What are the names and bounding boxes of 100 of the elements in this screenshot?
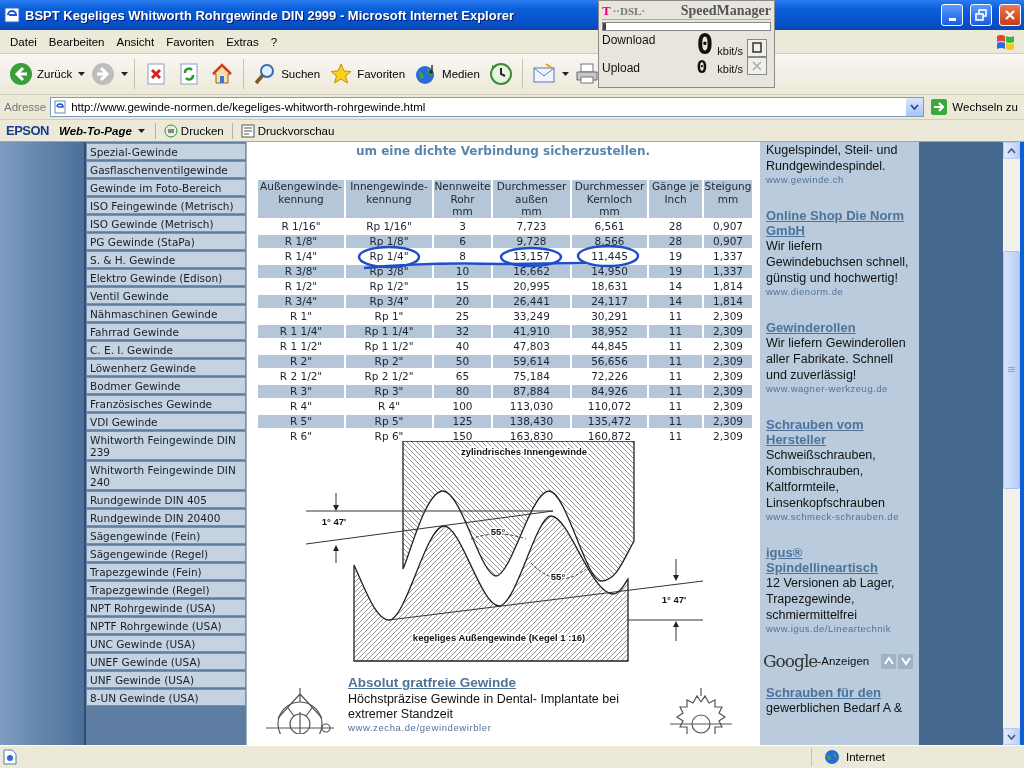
preview-icon: [240, 123, 255, 138]
table-cell-text: 0,907: [711, 220, 745, 233]
print-icon: [163, 123, 178, 138]
table-cell-text: 2,309: [711, 430, 745, 443]
sidebar-link[interactable]: ISO Gewinde (Metrisch): [86, 215, 246, 232]
menu-item[interactable]: Extras: [220, 33, 265, 50]
favorites-button[interactable]: Favoriten: [326, 60, 409, 88]
scroll-up-button[interactable]: [1003, 142, 1020, 159]
minimize-button[interactable]: [941, 4, 963, 26]
sidebar-link[interactable]: Spezial-Gewinde: [86, 143, 246, 160]
table-cell: 2,309: [704, 325, 752, 338]
sidebar-link[interactable]: Bodmer Gewinde: [86, 377, 246, 394]
sidebar-link[interactable]: UNEF Gewinde (USA): [86, 653, 246, 670]
print-preview-button[interactable]: Druckvorschau: [238, 123, 337, 138]
print-button[interactable]: Drucken: [161, 123, 226, 138]
caret-icon[interactable]: [78, 72, 86, 76]
menu-item[interactable]: Favoriten: [160, 33, 221, 50]
ad-url: www.schmeck-schrauben.de: [766, 511, 900, 523]
caret-icon[interactable]: [121, 72, 129, 76]
menu-item[interactable]: Ansicht: [110, 33, 161, 50]
sidebar-link[interactable]: NPT Rohrgewinde (USA): [86, 599, 246, 616]
sidebar-link[interactable]: C. E. I. Gewinde: [86, 341, 246, 358]
table-cell-text: Rp 1": [373, 310, 405, 323]
sidebar-link[interactable]: Rundgewinde DIN 405: [86, 491, 246, 508]
sidebar-link[interactable]: Sägengewinde (Fein): [86, 527, 246, 544]
down-chevron-icon: [900, 656, 911, 666]
ads-label: -Anzeigen: [817, 655, 870, 667]
menu-item[interactable]: Bearbeiten: [42, 33, 111, 50]
go-button[interactable]: Wechseln zu: [928, 98, 1020, 116]
security-zone: Internet: [846, 751, 885, 763]
table-cell: Rp 1/8": [346, 235, 432, 248]
diagram-label: zylindrisches Innengewinde: [460, 446, 588, 457]
table-cell-text: 14: [667, 280, 684, 293]
menu-item[interactable]: Datei: [4, 33, 43, 50]
table-cell-text: 44,845: [590, 340, 629, 353]
sidebar-link[interactable]: Sägengewinde (Regel): [86, 545, 246, 562]
column-header: Durchmesser Kernloch mm: [572, 180, 647, 218]
table-cell: R 1 1/4": [258, 325, 344, 338]
sidebar-link[interactable]: PG Gewinde (StaPa): [86, 233, 246, 250]
rate-unit: kbit/s: [717, 45, 743, 57]
table-cell: 2,309: [704, 415, 752, 428]
sidebar-link[interactable]: Französisches Gewinde: [86, 395, 246, 412]
sidebar-link[interactable]: ISO Feingewinde (Metrisch): [86, 197, 246, 214]
up-chevron-icon: [883, 656, 894, 666]
menu-item[interactable]: ?: [264, 33, 284, 50]
scroll-down-button[interactable]: [1003, 728, 1020, 745]
diagram-label: 55°: [550, 571, 566, 582]
table-cell: R 3/8": [258, 265, 344, 278]
table-cell-text: Rp 1/2": [368, 280, 410, 293]
sidebar-link[interactable]: Trapezgewinde (Regel): [86, 581, 246, 598]
sidebar-link[interactable]: UNF Gewinde (USA): [86, 671, 246, 688]
window-title: BSPT Kegeliges Whitworth Rohrgewinde DIN 2999 - Microsoft Internet Explorer: [25, 7, 514, 23]
sidebar-link[interactable]: Trapezgewinde (Fein): [86, 563, 246, 580]
sidebar-link[interactable]: Rundgewinde DIN 20400: [86, 509, 246, 526]
table-cell-text: 40: [454, 340, 471, 353]
column-header: Steigung mm: [704, 180, 752, 218]
table-cell-text: 11: [667, 400, 684, 413]
up-chevron-icon: [1007, 147, 1016, 154]
table-cell: 9,728: [493, 235, 570, 248]
table-cell: R 1/8": [258, 235, 344, 248]
sidebar-link[interactable]: Elektro Gewinde (Edison): [86, 269, 246, 286]
table-cell: R 2": [258, 355, 344, 368]
ad-link[interactable]: Absolut gratfreie Gewinde: [348, 675, 668, 690]
dropdown-button[interactable]: [906, 98, 924, 116]
sidebar-link[interactable]: Whitworth Feingewinde DIN 239: [86, 431, 246, 460]
sidebar-link[interactable]: VDI Gewinde: [86, 413, 246, 430]
sidebar-link[interactable]: UNC Gewinde (USA): [86, 635, 246, 652]
sidebar-link[interactable]: NPTF Rohrgewinde (USA): [86, 617, 246, 634]
table-cell: 14: [649, 295, 702, 308]
media-button[interactable]: Medien: [411, 60, 483, 88]
sidebar-link[interactable]: Nähmaschinen Gewinde: [86, 305, 246, 322]
page-icon: [3, 749, 17, 765]
column-header: Durchmesser außen mm: [493, 180, 570, 218]
google-logo: Google: [763, 651, 818, 671]
sidebar-link[interactable]: Gasflaschenventilgewinde: [86, 161, 246, 178]
table-cell: 84,926: [572, 385, 647, 398]
sidebar-link[interactable]: Whitworth Feingewinde DIN 240: [86, 461, 246, 490]
sidebar-link[interactable]: S. & H. Gewinde: [86, 251, 246, 268]
back-button[interactable]: Zurück: [6, 60, 76, 88]
widget-title: SpeedManager: [680, 3, 771, 19]
table-cell: 16,662: [493, 265, 570, 278]
table-cell-text: R 1/2": [283, 280, 319, 293]
table-cell: 56,656: [572, 355, 647, 368]
sidebar-link[interactable]: Gewinde im Foto-Bereich: [86, 179, 246, 196]
table-cell: 28: [649, 235, 702, 248]
column-header: Innengewinde- kennung: [346, 180, 432, 218]
sidebar-link[interactable]: Löwenherz Gewinde: [86, 359, 246, 376]
sidebar-link[interactable]: 8-UN Gewinde (USA): [86, 689, 246, 706]
window-button[interactable]: [747, 39, 767, 57]
address-field[interactable]: http://www.gewinde-normen.de/kegeliges-whitworth-rohrgewinde.html: [50, 97, 925, 117]
caret-icon[interactable]: [561, 72, 569, 76]
search-button[interactable]: Suchen: [250, 60, 324, 88]
table-cell-text: 2,309: [711, 340, 745, 353]
sidebar-link[interactable]: Fahrrad Gewinde: [86, 323, 246, 340]
web-to-page-menu[interactable]: Web-To-Page: [55, 124, 149, 137]
scroll-thumb[interactable]: [1003, 251, 1020, 489]
sidebar-link[interactable]: Ventil Gewinde: [86, 287, 246, 304]
close-button[interactable]: [747, 57, 767, 75]
table-cell: R 5": [258, 415, 344, 428]
maximize-button[interactable]: [970, 4, 992, 26]
